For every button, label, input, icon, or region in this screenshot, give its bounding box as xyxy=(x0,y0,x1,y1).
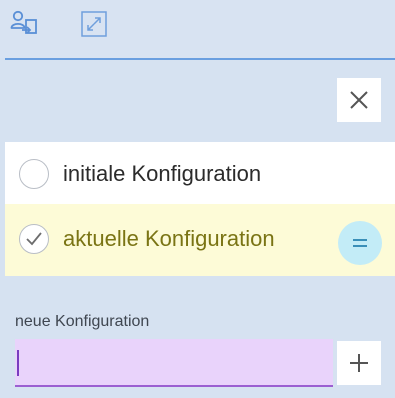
config-row-current[interactable]: aktuelle Konfiguration xyxy=(5,204,395,276)
user-switch-icon xyxy=(10,10,37,34)
text-caret xyxy=(17,350,19,376)
radio-current[interactable] xyxy=(19,224,49,254)
top-toolbar xyxy=(0,0,395,58)
new-config-input[interactable] xyxy=(15,339,333,387)
plus-icon xyxy=(350,354,368,372)
add-config-button[interactable] xyxy=(337,341,381,385)
config-label-current: aktuelle Konfiguration xyxy=(63,226,275,251)
compare-button[interactable] xyxy=(338,221,382,265)
config-row-initial[interactable]: initiale Konfiguration xyxy=(5,142,395,204)
close-button[interactable] xyxy=(337,78,381,122)
radio-initial[interactable] xyxy=(19,159,49,189)
close-icon xyxy=(350,91,368,109)
new-config-label: neue Konfiguration xyxy=(15,313,150,330)
expand-button[interactable] xyxy=(74,4,114,44)
switch-user-button[interactable] xyxy=(4,4,44,44)
checkmark-icon xyxy=(26,232,42,246)
config-label-initial: initiale Konfiguration xyxy=(63,161,262,186)
equals-icon xyxy=(353,239,367,247)
expand-icon xyxy=(81,11,107,37)
